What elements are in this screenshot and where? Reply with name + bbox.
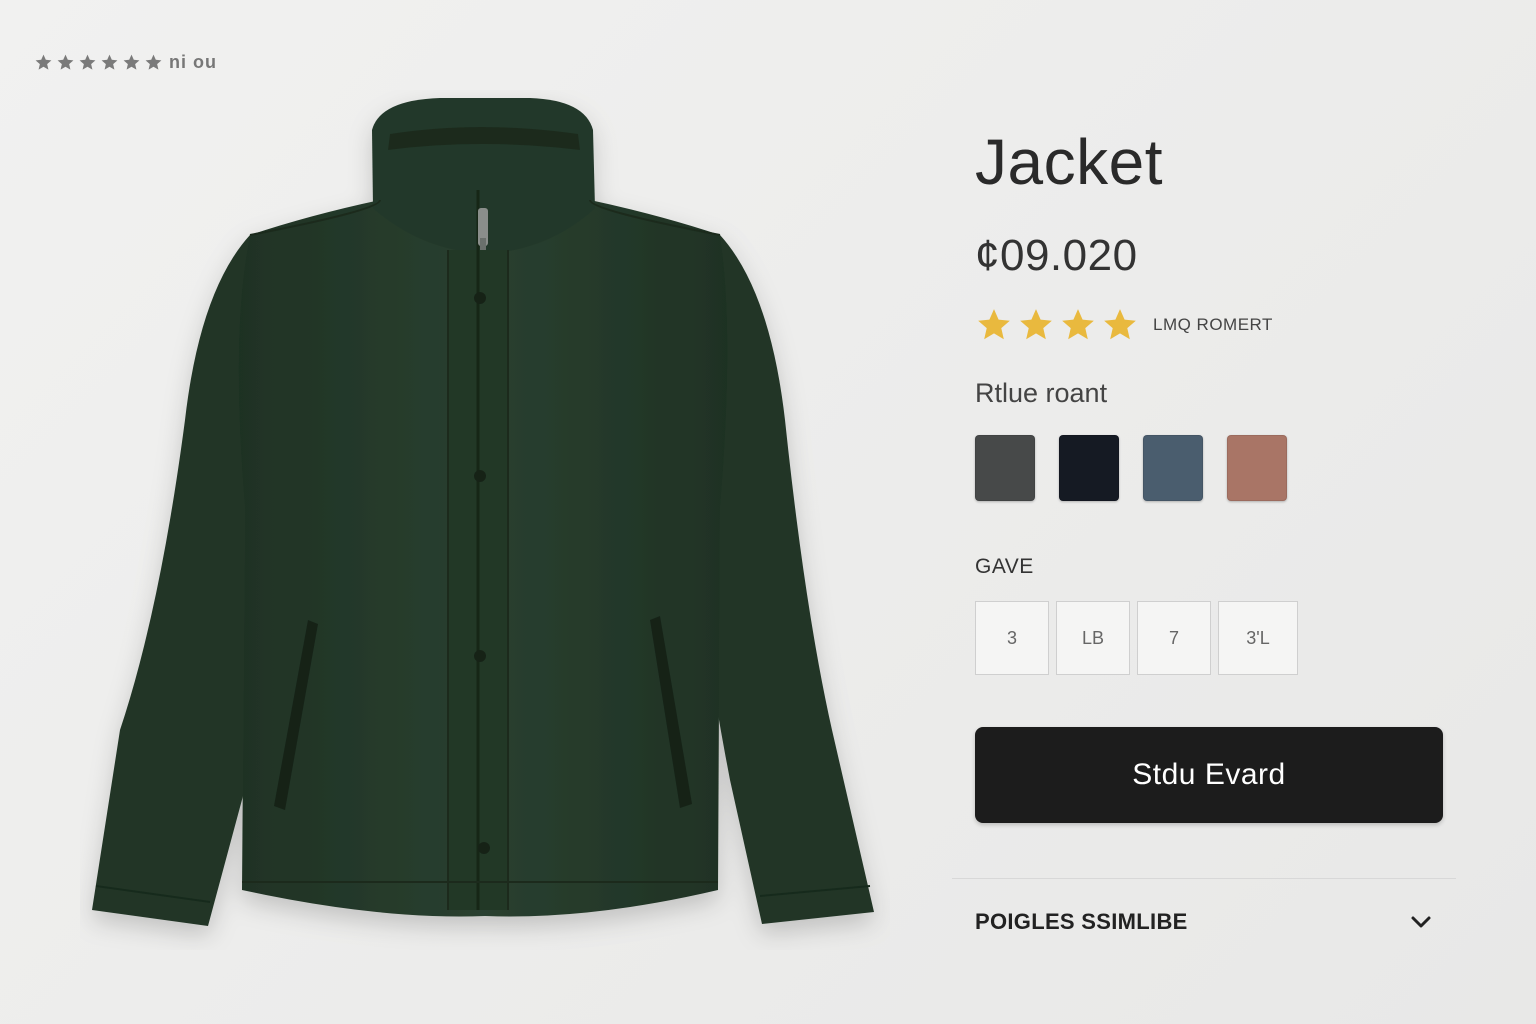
color-swatch-charcoal[interactable] [975, 435, 1035, 501]
top-rating-stars [34, 53, 163, 72]
divider [952, 878, 1456, 879]
rating-text: LMQ ROMERT [1153, 315, 1273, 334]
star-icon [34, 53, 53, 72]
size-option[interactable]: 3 [975, 601, 1049, 675]
size-option[interactable]: LB [1056, 601, 1130, 675]
star-icon [1059, 306, 1097, 344]
top-rating-text: ni ou [169, 52, 217, 72]
product-price: ¢09.020 [975, 231, 1138, 280]
size-option[interactable]: 7 [1137, 601, 1211, 675]
product-details: Jacket ¢09.020 LMQ ROMERT Rtlue roant GA… [975, 120, 1455, 823]
star-icon [1017, 306, 1055, 344]
color-label: Rtlue roant [975, 378, 1108, 408]
rating-stars [975, 306, 1139, 344]
jacket-illustration [92, 98, 874, 926]
top-rating: ni ou [34, 52, 217, 73]
size-options: 3 LB 7 3'L [975, 601, 1455, 675]
chevron-down-icon [1409, 910, 1433, 934]
product-rating: LMQ ROMERT [975, 306, 1455, 344]
accordion-label: POIGLES SSIMLIBE [975, 909, 1188, 934]
product-image [80, 90, 890, 950]
star-icon [56, 53, 75, 72]
star-icon [78, 53, 97, 72]
star-icon [144, 53, 163, 72]
accordion-toggle[interactable]: POIGLES SSIMLIBE [975, 900, 1445, 944]
color-swatch-terracotta[interactable] [1227, 435, 1287, 501]
color-swatch-slate-blue[interactable] [1143, 435, 1203, 501]
star-icon [1101, 306, 1139, 344]
size-label: GAVE [975, 555, 1034, 578]
size-option[interactable]: 3'L [1218, 601, 1298, 675]
add-to-cart-button[interactable]: Stdu Evard [975, 727, 1443, 823]
star-icon [122, 53, 141, 72]
product-title: Jacket [975, 126, 1163, 198]
star-icon [100, 53, 119, 72]
color-swatch-navy-black[interactable] [1059, 435, 1119, 501]
star-icon [975, 306, 1013, 344]
color-swatches [975, 435, 1455, 501]
